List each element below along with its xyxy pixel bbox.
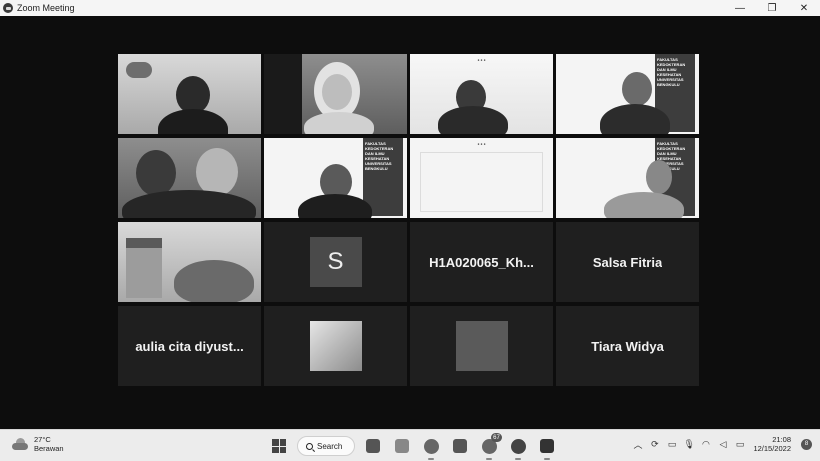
line-icon	[453, 439, 467, 453]
chevron-up-icon[interactable]: ︿	[632, 438, 643, 451]
browser-app[interactable]	[420, 435, 442, 460]
weather-widget[interactable]: 27°C Berawan	[12, 435, 64, 453]
avatar: S	[309, 237, 362, 287]
title-bar[interactable]: Zoom Meeting — ❐ ✕	[0, 0, 820, 16]
window-controls: — ❐ ✕	[724, 0, 820, 16]
maximize-button[interactable]: ❐	[756, 0, 788, 16]
zoom-app[interactable]	[507, 435, 529, 460]
wifi-icon[interactable]: ◠	[700, 439, 711, 450]
participant-tile-name[interactable]: Tiara Widya	[556, 306, 699, 386]
participant-tile-avatar[interactable]	[264, 306, 407, 386]
participant-tile-video[interactable]	[118, 138, 261, 218]
participant-tile-video-active[interactable]	[264, 54, 407, 134]
participant-video: FAKULTAS KEDOKTERAN DAN ILMU KESEHATAN U…	[556, 54, 699, 134]
word-icon	[540, 439, 554, 453]
clock-time: 21:08	[772, 435, 791, 444]
zoom-app-icon	[3, 3, 13, 13]
participant-name: H1A020065_Kh...	[429, 254, 534, 270]
participant-video: FAKULTAS KEDOKTERAN DAN ILMU KESEHATAN U…	[556, 138, 699, 218]
cloud-icon	[12, 438, 28, 450]
participant-video	[118, 138, 261, 218]
avatar	[455, 321, 508, 371]
folder-icon	[395, 439, 409, 453]
participant-tile-video[interactable]: FAKULTAS KEDOKTERAN DAN ILMU KESEHATAN U…	[556, 54, 699, 134]
word-app[interactable]	[536, 435, 558, 460]
participant-tile-video[interactable]: ● ● ●	[410, 138, 553, 218]
participant-tile-avatar[interactable]	[410, 306, 553, 386]
weather-temp: 27°C	[34, 435, 51, 444]
browser-icon	[423, 438, 439, 454]
microphone-icon[interactable]: 🎙	[683, 439, 694, 450]
weather-condition: Berawan	[34, 444, 64, 453]
participant-name: Salsa Fitria	[592, 254, 663, 270]
participant-video	[118, 54, 261, 134]
volume-icon[interactable]: ◁	[717, 439, 728, 450]
participant-tile-name[interactable]: H1A020065_Kh...	[410, 222, 553, 302]
chat-icon	[366, 439, 380, 453]
participant-tile-video[interactable]: ● ● ●	[410, 54, 553, 134]
participant-tile-avatar[interactable]: S	[264, 222, 407, 302]
participant-video: FAKULTAS KEDOKTERAN DAN ILMU KESEHATAN U…	[264, 138, 407, 218]
participant-tile-video[interactable]: FAKULTAS KEDOKTERAN DAN ILMU KESEHATAN U…	[556, 138, 699, 218]
zoom-window: Zoom Meeting — ❐ ✕ ● ● ● FAKULTAS KEDOKT…	[0, 0, 820, 461]
taskbar-apps: Search 67	[268, 433, 558, 460]
participant-video: ● ● ●	[410, 138, 553, 218]
notification-badge[interactable]: 8	[801, 438, 812, 450]
close-button[interactable]: ✕	[788, 0, 820, 16]
start-button[interactable]	[268, 435, 290, 457]
meeting-gallery: ● ● ● FAKULTAS KEDOKTERAN DAN ILMU KESEH…	[0, 16, 820, 429]
zoom-icon	[510, 438, 526, 454]
minimize-button[interactable]: —	[724, 0, 756, 16]
chat-app[interactable]	[362, 435, 384, 457]
file-explorer-app[interactable]	[391, 435, 413, 457]
monitor-icon[interactable]: ▭	[666, 439, 677, 450]
participant-name: aulia cita diyust...	[135, 338, 244, 354]
participant-tile-video[interactable]: FAKULTAS KEDOKTERAN DAN ILMU KESEHATAN U…	[264, 138, 407, 218]
clock[interactable]: 21:08 12/15/2022	[753, 435, 791, 453]
windows-icon	[272, 439, 286, 453]
taskbar-search[interactable]: Search	[297, 436, 355, 456]
participant-tile-video[interactable]	[118, 54, 261, 134]
participant-video	[118, 222, 261, 302]
line-app[interactable]	[449, 435, 471, 457]
participant-grid: ● ● ● FAKULTAS KEDOKTERAN DAN ILMU KESEH…	[118, 54, 699, 386]
participant-tile-name[interactable]: Salsa Fitria	[556, 222, 699, 302]
unread-badge: 67	[491, 433, 502, 442]
sync-icon[interactable]: ⟳	[649, 439, 660, 450]
clock-date: 12/15/2022	[753, 444, 791, 453]
avatar	[309, 321, 362, 371]
participant-video: ● ● ●	[410, 54, 553, 134]
search-icon	[306, 442, 313, 450]
window-title: Zoom Meeting	[17, 3, 75, 13]
participant-video	[264, 54, 407, 134]
participant-name: Tiara Widya	[591, 338, 664, 354]
system-tray: ︿ ⟳ ▭ 🎙 ◠ ◁ ▭ 21:08 12/15/2022 8	[632, 435, 812, 453]
search-label: Search	[317, 441, 343, 451]
battery-icon[interactable]: ▭	[734, 439, 745, 450]
taskbar: 27°C Berawan Search 67 ︿ ⟳ ▭ 🎙 ◠ ◁ ▭ 21:…	[0, 429, 820, 461]
participant-tile-name[interactable]: aulia cita diyust...	[118, 306, 261, 386]
whatsapp-app[interactable]: 67	[478, 433, 502, 460]
participant-tile-video[interactable]	[118, 222, 261, 302]
